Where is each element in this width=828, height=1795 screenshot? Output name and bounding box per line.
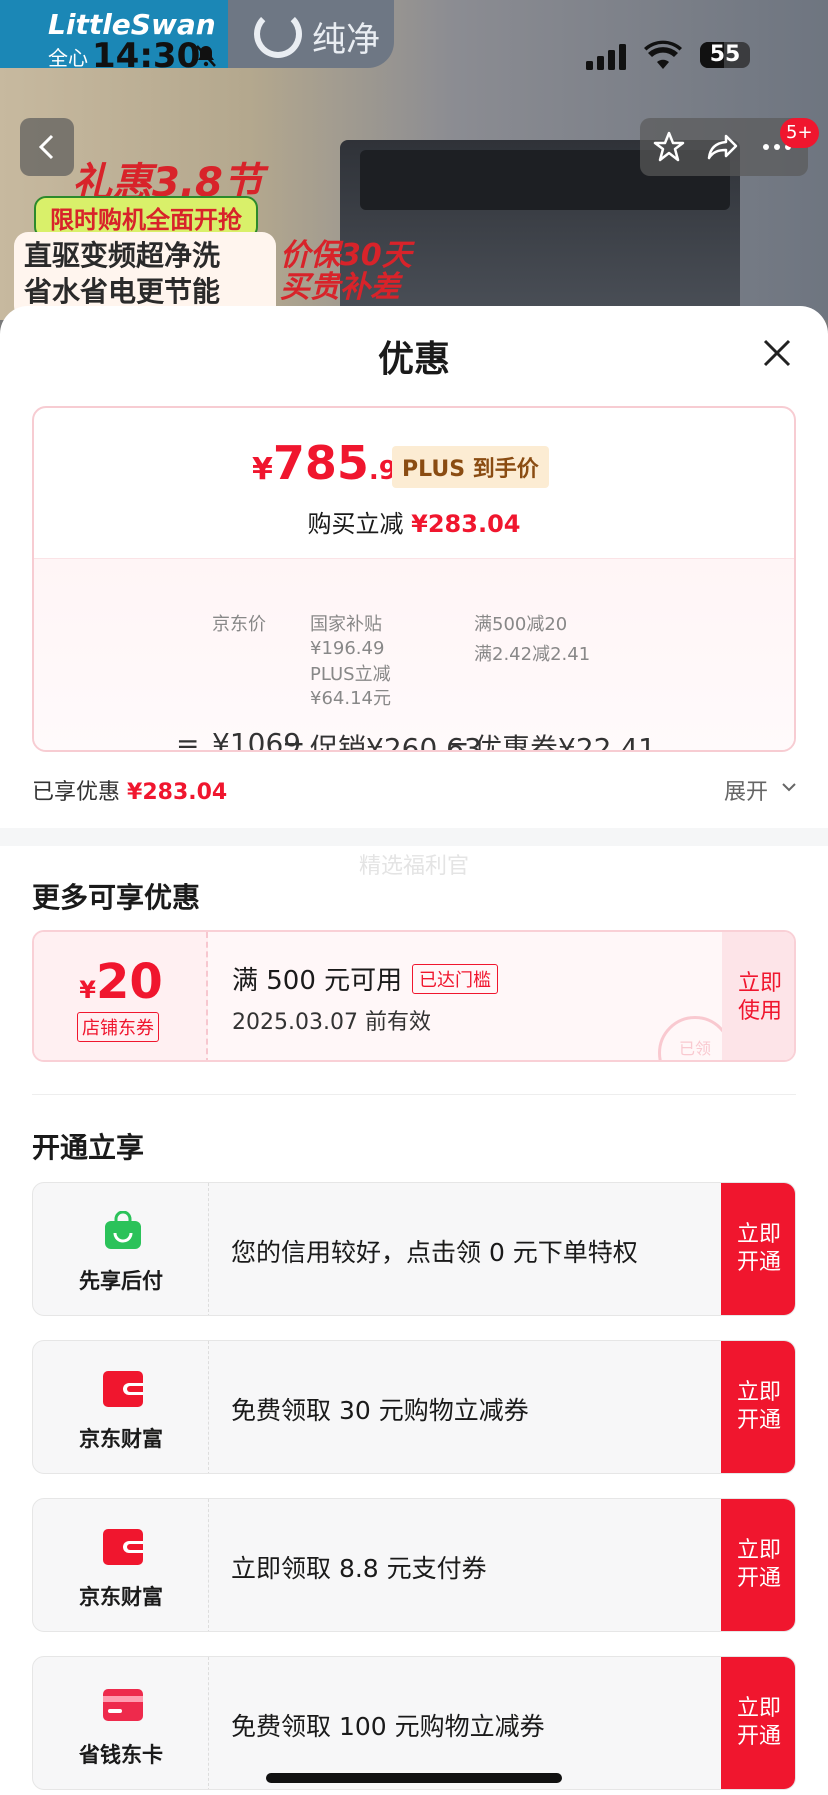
open-row-name: 京东财富 bbox=[79, 1427, 163, 1451]
jd-price-label: 京东价 bbox=[212, 614, 266, 635]
open-now-button[interactable]: 立即 开通 bbox=[721, 1183, 795, 1315]
open-row-name: 京东财富 bbox=[79, 1585, 163, 1609]
expand-button[interactable]: 展开 bbox=[724, 774, 768, 806]
more-discounts-title: 更多可享优惠 bbox=[32, 881, 201, 914]
coupon-value-area: ¥20 店铺东券 bbox=[34, 932, 208, 1060]
minus-sign-1: − bbox=[282, 727, 306, 752]
wallet-icon bbox=[103, 1529, 143, 1565]
battery-level: 55 bbox=[709, 42, 741, 67]
plus-reduce-item: PLUS立减 ¥64.14元 bbox=[310, 664, 391, 709]
promo-tag: 价保30天 买贵补差 bbox=[280, 240, 412, 304]
divider-line bbox=[32, 1094, 796, 1095]
open-row-desc: 立即领取 8.8 元支付券 bbox=[231, 1554, 487, 1583]
price-breakdown: = ¥1069 京东价 − 促销¥260.63 国家补贴 ¥196.49 PLU… bbox=[34, 558, 794, 752]
card-icon bbox=[103, 1689, 143, 1721]
star-icon[interactable] bbox=[652, 130, 686, 164]
chunjing-logo-icon bbox=[254, 10, 302, 58]
open-row[interactable]: 京东财富 立即领取 8.8 元支付券 立即 开通 bbox=[32, 1498, 796, 1632]
enjoyed-discount: 已享优惠 ¥283.04 bbox=[32, 780, 228, 805]
open-row-desc: 免费领取 30 元购物立减券 bbox=[231, 1396, 529, 1425]
coupon-sub-2: 满2.42减2.41 bbox=[474, 644, 591, 665]
open-row-name: 先享后付 bbox=[79, 1269, 163, 1293]
promo-tag-2: 买贵补差 bbox=[280, 270, 400, 305]
coupon-amount: ¥20 bbox=[79, 954, 163, 1010]
signal-icon bbox=[586, 44, 626, 70]
share-icon[interactable] bbox=[706, 130, 740, 164]
open-now-button[interactable]: 立即 开通 bbox=[721, 1341, 795, 1473]
bell-mute-icon bbox=[196, 45, 216, 67]
open-now-button[interactable]: 立即 开通 bbox=[721, 1499, 795, 1631]
back-button[interactable] bbox=[20, 118, 74, 176]
use-coupon-button[interactable]: 立即 使用 bbox=[722, 932, 794, 1060]
plus-price-tag: PLUS 到手价 bbox=[392, 446, 549, 488]
open-row-name: 省钱东卡 bbox=[79, 1743, 163, 1767]
status-time: 14:30 bbox=[92, 36, 201, 76]
subsidy-item: 国家补贴 ¥196.49 bbox=[310, 614, 385, 659]
discount-sheet: 优惠 ¥785.96 PLUS 到手价 购买立减 ¥283.04 = ¥1069… bbox=[0, 306, 828, 1795]
store-coupon: ¥20 店铺东券 满 500 元可用 已达门槛 2025.03.07 前有效 已… bbox=[32, 930, 796, 1062]
promo-line-1: 直驱变频超净洗 bbox=[24, 239, 221, 272]
chevron-left-icon bbox=[38, 134, 54, 160]
message-badge: 5+ bbox=[780, 118, 819, 148]
coupon-type: 店铺东券 bbox=[77, 1012, 159, 1042]
coupon-sub-1: 满500减20 bbox=[474, 614, 568, 635]
promo-line-2: 省水省电更节能 bbox=[24, 275, 221, 308]
open-now-button[interactable]: 立即 开通 bbox=[721, 1657, 795, 1789]
chunjing-text: 纯净 bbox=[312, 20, 380, 60]
open-benefits-title: 开通立享 bbox=[32, 1131, 145, 1164]
wifi-icon bbox=[644, 40, 682, 69]
shopping-bag-icon bbox=[105, 1211, 141, 1249]
open-row-desc: 您的信用较好，点击领 0 元下单特权 bbox=[231, 1238, 638, 1267]
reduce-line: 购买立减 ¥283.04 bbox=[307, 510, 521, 538]
chevron-down-icon[interactable] bbox=[780, 778, 798, 796]
price-card: ¥785.96 PLUS 到手价 购买立减 ¥283.04 = ¥1069 京东… bbox=[32, 406, 796, 752]
minus-sign-2: − bbox=[446, 727, 470, 752]
close-icon[interactable] bbox=[760, 336, 794, 370]
promo-tag-1: 价保30天 bbox=[280, 238, 412, 273]
open-row[interactable]: 省钱东卡 免费领取 100 元购物立减券 立即 开通 bbox=[32, 1656, 796, 1790]
home-indicator[interactable] bbox=[266, 1773, 562, 1783]
coupon-condition: 满 500 元可用 bbox=[232, 966, 403, 996]
final-price: ¥785.96 bbox=[252, 436, 415, 490]
open-row-desc: 免费领取 100 元购物立减券 bbox=[231, 1712, 545, 1741]
wallet-icon bbox=[103, 1371, 143, 1407]
brand-sub: 全心 bbox=[48, 46, 88, 70]
open-row[interactable]: 京东财富 免费领取 30 元购物立减券 立即 开通 bbox=[32, 1340, 796, 1474]
battery-icon: 55 bbox=[700, 42, 750, 68]
coupon-validity: 2025.03.07 前有效 bbox=[232, 1010, 431, 1035]
open-row[interactable]: 先享后付 您的信用较好，点击领 0 元下单特权 立即 开通 bbox=[32, 1182, 796, 1316]
coupon-reached-badge: 已达门槛 bbox=[412, 964, 498, 994]
section-divider bbox=[0, 828, 828, 846]
sheet-title: 优惠 bbox=[377, 339, 450, 380]
coupon-total: 优惠券¥22.41 bbox=[474, 732, 656, 752]
equals-sign: = bbox=[176, 727, 200, 752]
claimed-stamp: 已领 bbox=[658, 1016, 732, 1060]
